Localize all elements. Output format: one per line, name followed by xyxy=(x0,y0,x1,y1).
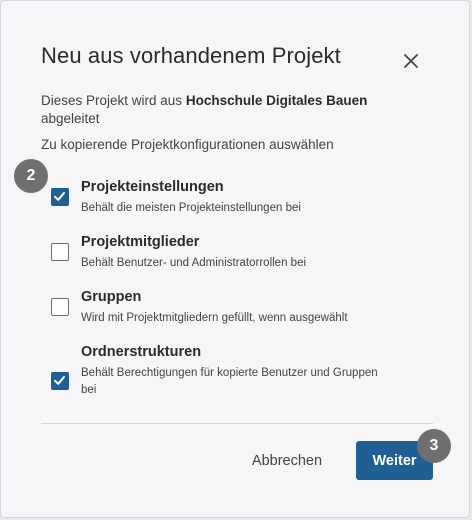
option-description: Wird mit Projektmitgliedern gefüllt, wen… xyxy=(81,312,348,324)
cancel-button[interactable]: Abbrechen xyxy=(241,442,333,480)
step-badge-3: 3 xyxy=(417,429,451,463)
description-suffix: abgeleitet xyxy=(41,111,100,126)
dialog-title: Neu aus vorhandenem Projekt xyxy=(41,43,341,68)
option-description: Behält Benutzer- und Administratorrollen… xyxy=(81,257,307,269)
options-subheading: Zu kopierende Projektkonfigurationen aus… xyxy=(41,137,334,152)
option-ordnerstrukturen[interactable]: Ordnerstrukturen Behält Berechtigungen f… xyxy=(51,344,431,402)
checkbox-ordnerstrukturen[interactable] xyxy=(51,372,69,390)
step-badge-2: 2 xyxy=(14,159,48,193)
footer-divider xyxy=(41,423,433,424)
dialog-description: Dieses Projekt wird aus Hochschule Digit… xyxy=(41,92,421,128)
option-label: Projekteinstellungen xyxy=(81,179,224,195)
option-gruppen[interactable]: Gruppen Wird mit Projektmitgliedern gefü… xyxy=(51,289,431,329)
option-label: Gruppen xyxy=(81,289,142,305)
checkbox-gruppen[interactable] xyxy=(51,298,69,316)
checkmark-icon xyxy=(54,192,65,201)
option-projekteinstellungen[interactable]: Projekteinstellungen Behält die meisten … xyxy=(51,179,431,219)
description-prefix: Dieses Projekt wird aus xyxy=(41,93,183,108)
close-button[interactable] xyxy=(400,50,422,72)
source-project-name: Hochschule Digitales Bauen xyxy=(185,93,368,108)
option-description: Behält Berechtigungen für kopierte Benut… xyxy=(81,367,378,396)
checkmark-icon xyxy=(54,376,65,385)
option-description: Behält die meisten Projekteinstellungen … xyxy=(81,202,301,214)
option-label: Ordnerstrukturen xyxy=(81,344,202,360)
checkbox-projektmitglieder[interactable] xyxy=(51,243,69,261)
close-icon xyxy=(404,54,418,68)
dialog: Neu aus vorhandenem Projekt Dieses Proje… xyxy=(0,0,470,518)
checkbox-projekteinstellungen[interactable] xyxy=(51,188,69,206)
option-projektmitglieder[interactable]: Projektmitglieder Behält Benutzer- und A… xyxy=(51,234,431,274)
option-label: Projektmitglieder xyxy=(81,234,200,250)
